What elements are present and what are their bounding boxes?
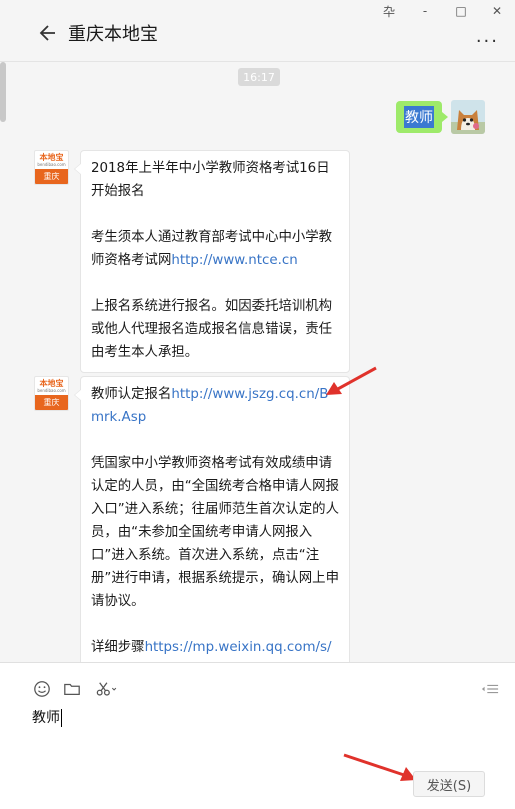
send-button[interactable]: 发送(S)	[413, 771, 485, 797]
message-input[interactable]: 教师	[32, 707, 62, 727]
bot-avatar[interactable]: 本地宝 bendibao.com 重庆	[34, 150, 69, 185]
message-paragraph: 上报名系统进行报名。如因委托培训机构或他人代理报名造成报名信息错误，责任由考生本…	[91, 295, 339, 364]
red-arrow-annotation-icon	[343, 753, 416, 781]
logo-text: 本地宝	[39, 379, 64, 388]
message-paragraph: 2018年上半年中小学教师资格考试16日开始报名	[91, 157, 339, 203]
logo-city: 重庆	[35, 395, 68, 410]
minimize-button[interactable]: -	[407, 0, 443, 22]
chat-history-icon[interactable]	[479, 679, 501, 699]
self-avatar[interactable]	[451, 100, 485, 134]
message-text: 凭国家中小学教师资格考试有效成绩申请认定的人员，由“全国统考合格申请人网报入口”…	[91, 456, 339, 609]
message-text: 详细步骤	[91, 640, 145, 655]
logo-subtext: bendibao.com	[37, 162, 66, 167]
more-options-button[interactable]: ...	[476, 26, 499, 47]
chat-messages-area[interactable]: 16:17 教师 本地宝 bendibao.com 重庆 2018年上半年中小学…	[0, 62, 515, 662]
maximize-button[interactable]: □	[443, 0, 479, 22]
close-button[interactable]: ✕	[479, 0, 515, 22]
message-paragraph: 详细步骤https://mp.weixin.qq.com/s/86zz_-pa6…	[91, 636, 339, 662]
pin-button[interactable]: 卆	[371, 0, 407, 22]
chat-title: 重庆本地宝	[68, 24, 158, 45]
scissors-icon[interactable]	[94, 679, 118, 699]
bot-message-bubble[interactable]: 2018年上半年中小学教师资格考试16日开始报名 考生须本人通过教育部考试中心中…	[74, 150, 350, 373]
logo-subtext: bendibao.com	[37, 388, 66, 393]
back-arrow-icon[interactable]	[36, 22, 58, 44]
logo-city: 重庆	[35, 169, 68, 184]
red-arrow-annotation-icon	[326, 366, 377, 395]
folder-icon[interactable]	[62, 679, 82, 699]
message-paragraph: 教师认定报名http://www.jszg.cq.cn/Bmrk.Asp	[91, 383, 339, 429]
self-message-bubble[interactable]: 教师	[396, 101, 448, 133]
input-area: 教师 发送(S)	[0, 662, 515, 809]
text-caret	[61, 709, 62, 727]
message-text: 上报名系统进行报名。如因委托培训机构或他人代理报名造成报名信息错误，责任由考生本…	[91, 299, 333, 360]
emoji-icon[interactable]	[32, 679, 52, 699]
ntce-link[interactable]: http://www.ntce.cn	[171, 253, 297, 268]
message-input-text: 教师	[32, 710, 60, 726]
message-text: 教师认定报名	[91, 387, 172, 402]
scrollbar[interactable]	[0, 62, 6, 122]
window-controls: 卆 - □ ✕	[371, 0, 515, 22]
message-text: 2018年上半年中小学教师资格考试16日开始报名	[91, 161, 330, 199]
message-paragraph: 考生须本人通过教育部考试中心中小学教师资格考试网http://www.ntce.…	[91, 226, 339, 272]
time-badge: 16:17	[238, 68, 280, 86]
bot-avatar[interactable]: 本地宝 bendibao.com 重庆	[34, 376, 69, 411]
shiba-avatar-icon	[451, 100, 485, 134]
bot-message-bubble[interactable]: 教师认定报名http://www.jszg.cq.cn/Bmrk.Asp 凭国家…	[74, 376, 350, 662]
message-paragraph: 凭国家中小学教师资格考试有效成绩申请认定的人员，由“全国统考合格申请人网报入口”…	[91, 452, 339, 613]
self-message-text: 教师	[404, 106, 434, 128]
logo-text: 本地宝	[39, 153, 64, 162]
